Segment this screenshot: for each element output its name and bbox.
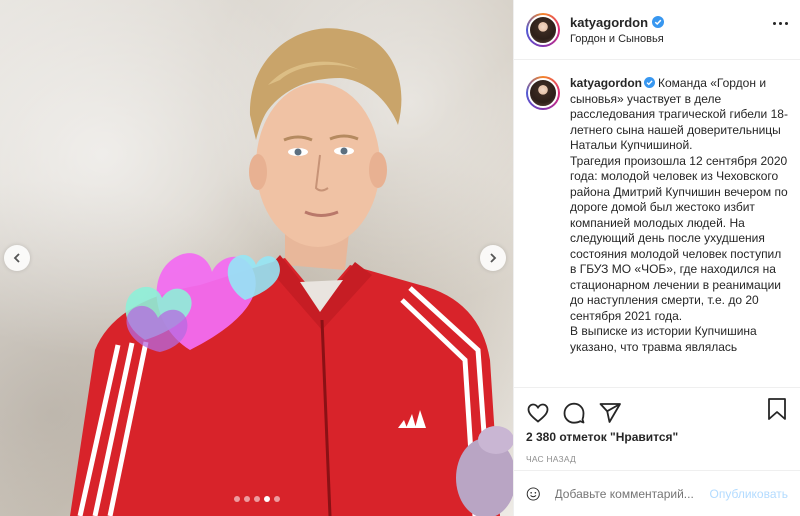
dot-icon bbox=[773, 22, 776, 25]
caption-avatar[interactable] bbox=[526, 76, 560, 110]
avatar[interactable] bbox=[526, 12, 560, 47]
dot-icon bbox=[785, 22, 788, 25]
bookmark-icon[interactable] bbox=[766, 397, 788, 421]
comment-input[interactable] bbox=[554, 486, 710, 501]
likes-count[interactable]: 2 380 отметок "Нравится" bbox=[514, 428, 800, 444]
username-link[interactable]: katyagordon bbox=[570, 15, 648, 30]
caption-paragraph: В выписке из истории Купчишина указано, … bbox=[570, 324, 757, 354]
avatar-photo bbox=[528, 14, 558, 45]
publish-button[interactable]: Опубликовать bbox=[710, 487, 788, 501]
photo-young-man bbox=[70, 28, 513, 516]
carousel-dot-active bbox=[264, 496, 270, 502]
comment-form: Опубликовать bbox=[514, 470, 800, 516]
actions-section: 2 380 отметок "Нравится" ЧАС НАЗАД Опубл… bbox=[514, 387, 800, 516]
caption-username[interactable]: katyagordon bbox=[570, 76, 642, 90]
timestamp[interactable]: ЧАС НАЗАД bbox=[514, 444, 800, 464]
caption-scroll-area[interactable]: katyagordon Команда «Гордон и сыновья» уч… bbox=[514, 60, 800, 387]
previous-photo-button[interactable] bbox=[4, 245, 30, 271]
chevron-left-icon bbox=[13, 253, 20, 263]
chevron-right-icon bbox=[490, 253, 497, 263]
comment-icon[interactable] bbox=[562, 401, 586, 425]
dot-icon bbox=[779, 22, 782, 25]
smiley-icon[interactable] bbox=[526, 483, 541, 505]
caption: katyagordon Команда «Гордон и сыновья» уч… bbox=[570, 76, 788, 355]
verified-badge-icon bbox=[652, 16, 665, 28]
carousel-indicator bbox=[234, 496, 280, 502]
caption-paragraph: Трагедия произошла 12 сентября 2020 года… bbox=[570, 153, 788, 323]
avatar-photo bbox=[528, 78, 558, 108]
send-icon[interactable] bbox=[598, 401, 622, 425]
post-side-panel: katyagordon Гордон и Сыновья katyagordon… bbox=[513, 0, 800, 516]
heart-icon[interactable] bbox=[526, 401, 550, 425]
carousel-dot bbox=[254, 496, 260, 502]
post-media[interactable] bbox=[0, 0, 513, 516]
carousel-dot bbox=[234, 496, 240, 502]
carousel-dot bbox=[274, 496, 280, 502]
carousel-dot bbox=[244, 496, 250, 502]
post-header: katyagordon Гордон и Сыновья bbox=[514, 0, 800, 60]
verified-badge-icon bbox=[644, 77, 656, 88]
more-options-button[interactable] bbox=[773, 22, 788, 25]
next-photo-button[interactable] bbox=[480, 245, 506, 271]
location-link[interactable]: Гордон и Сыновья bbox=[570, 33, 664, 45]
